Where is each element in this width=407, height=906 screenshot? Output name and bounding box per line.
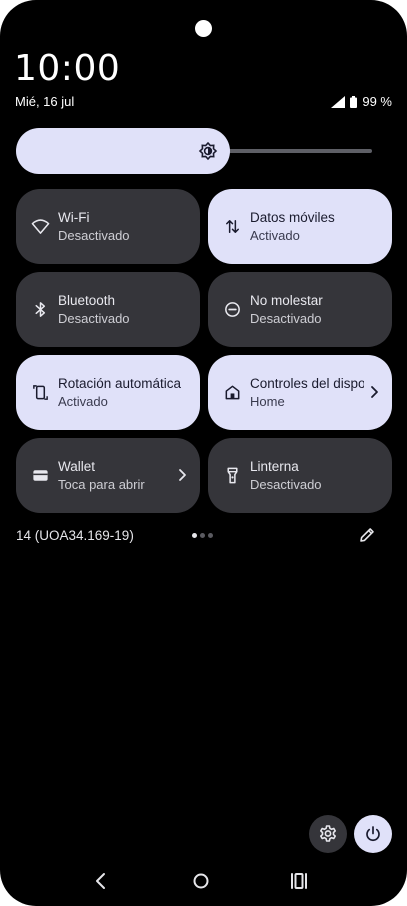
tile-auto-rotate[interactable]: Rotación automática Activado (16, 355, 200, 430)
brightness-slider-fill[interactable] (16, 128, 230, 174)
status-clock[interactable]: 10:00 (14, 48, 120, 89)
settings-button[interactable] (309, 815, 347, 853)
page-dot (208, 533, 213, 538)
status-indicators: 99 % (331, 94, 392, 109)
home-circle-icon[interactable] (190, 870, 212, 892)
gear-icon (320, 825, 336, 842)
home-icon (225, 385, 240, 400)
brightness-slider-track (226, 149, 372, 153)
tile-wifi[interactable]: Wi-Fi Desactivado (16, 189, 200, 264)
brightness-slider[interactable] (16, 128, 372, 174)
power-button[interactable] (354, 815, 392, 853)
chevron-right-icon (179, 469, 186, 481)
tile-device-controls[interactable]: Controles del dispositivo Home (208, 355, 392, 430)
tile-title: Wallet (58, 459, 96, 474)
tile-subtitle: Desactivado (58, 311, 130, 326)
tile-title: Linterna (250, 459, 299, 474)
status-date[interactable]: Mié, 16 jul (15, 94, 74, 109)
mobile-data-icon (226, 220, 239, 233)
page-dot (200, 533, 205, 538)
tile-bluetooth[interactable]: Bluetooth Desactivado (16, 272, 200, 347)
battery-icon (350, 95, 358, 108)
edit-pencil-icon[interactable] (358, 526, 376, 544)
page-dot-active (192, 533, 197, 538)
power-icon (366, 826, 380, 842)
tile-title: Wi-Fi (58, 210, 90, 225)
tile-title: No molestar (250, 293, 323, 308)
do-not-disturb-icon (225, 302, 240, 317)
tile-mobile-data[interactable]: Datos móviles Activado (208, 189, 392, 264)
tile-subtitle: Activado (250, 228, 300, 243)
wifi-icon (31, 219, 50, 234)
bluetooth-icon (35, 302, 46, 317)
page-indicator (192, 533, 213, 538)
quick-settings-screen: 10:00 Mié, 16 jul 99 % Wi-Fi Desactivado… (0, 0, 407, 906)
tile-title: Rotación automática (58, 376, 182, 391)
wallet-icon (33, 470, 48, 481)
brightness-icon (198, 141, 218, 161)
tile-subtitle: Activado (58, 394, 108, 409)
tile-subtitle: Home (250, 394, 285, 409)
tile-title: Controles del dispositivo (250, 376, 364, 391)
build-number[interactable]: 14 (UOA34.169-19) (16, 528, 134, 543)
tile-subtitle: Desactivado (58, 228, 130, 243)
back-chevron-icon[interactable] (90, 870, 112, 892)
flashlight-icon (227, 467, 238, 484)
tile-wallet[interactable]: Wallet Toca para abrir (16, 438, 200, 513)
tile-subtitle: Desactivado (250, 477, 322, 492)
tile-subtitle: Desactivado (250, 311, 322, 326)
front-camera-cutout (195, 20, 212, 37)
tile-subtitle: Toca para abrir (58, 477, 145, 492)
battery-percent: 99 % (362, 94, 392, 109)
auto-rotate-icon (33, 385, 48, 400)
recents-icon[interactable] (288, 870, 310, 892)
tile-flashlight[interactable]: Linterna Desactivado (208, 438, 392, 513)
tile-title: Bluetooth (58, 293, 116, 308)
tile-do-not-disturb[interactable]: No molestar Desactivado (208, 272, 392, 347)
cell-signal-icon (331, 95, 346, 108)
chevron-right-icon (371, 386, 378, 398)
tile-title: Datos móviles (250, 210, 335, 225)
